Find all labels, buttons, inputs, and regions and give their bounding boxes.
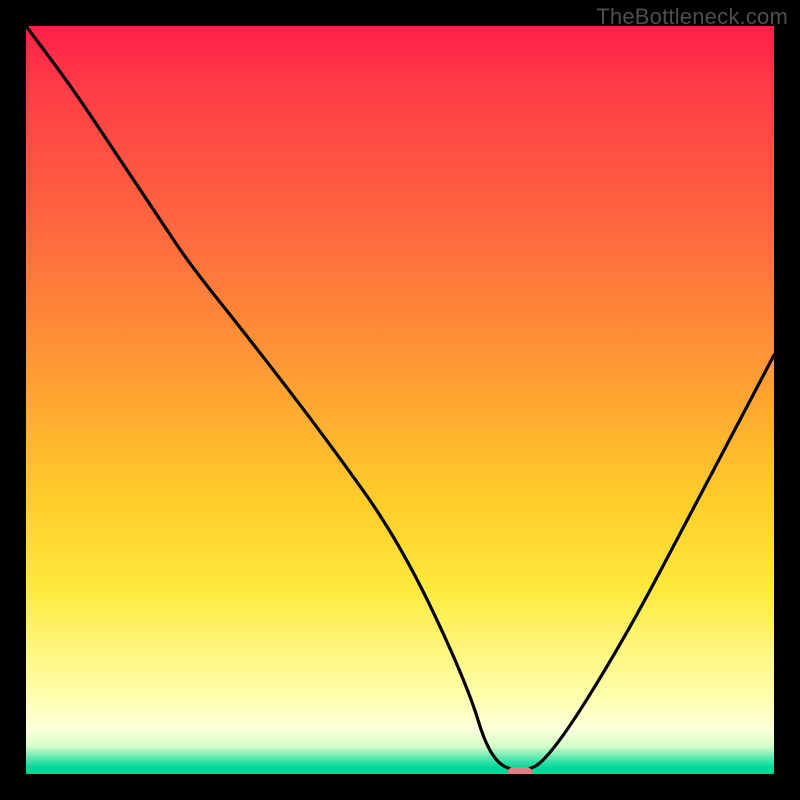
plot-area bbox=[26, 26, 774, 774]
optimal-point-marker bbox=[507, 767, 533, 774]
chart-frame: TheBottleneck.com bbox=[0, 0, 800, 800]
bottleneck-curve bbox=[26, 26, 774, 774]
